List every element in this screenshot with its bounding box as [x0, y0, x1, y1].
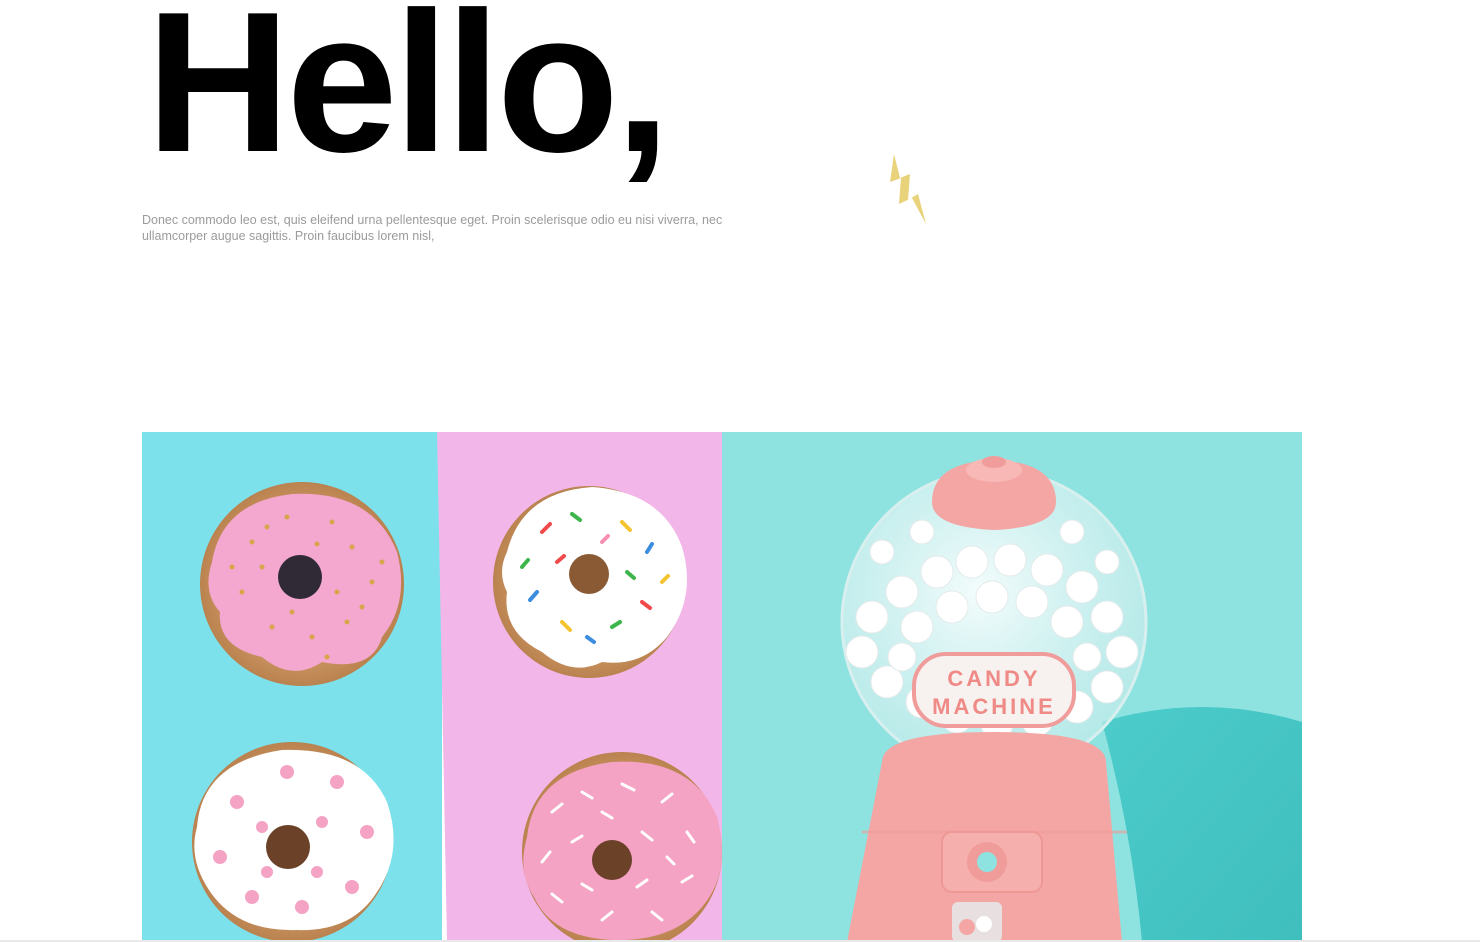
lightning-bolt-icon: [890, 154, 926, 224]
donut-white-hearts: [192, 742, 394, 942]
hero-heading: Hello,: [146, 0, 671, 194]
candy-label-line-1: CANDY: [947, 666, 1040, 691]
candy-machine-photo: CANDY MACHINE: [722, 432, 1302, 942]
donuts-photo: [142, 432, 722, 942]
hero-text: Donec commodo leo est, quis eleifend urn…: [142, 213, 723, 243]
candy-label-line-2: MACHINE: [932, 694, 1056, 719]
photo-gallery: CANDY MACHINE: [142, 432, 1302, 942]
donut-pink-gold: [200, 482, 404, 686]
